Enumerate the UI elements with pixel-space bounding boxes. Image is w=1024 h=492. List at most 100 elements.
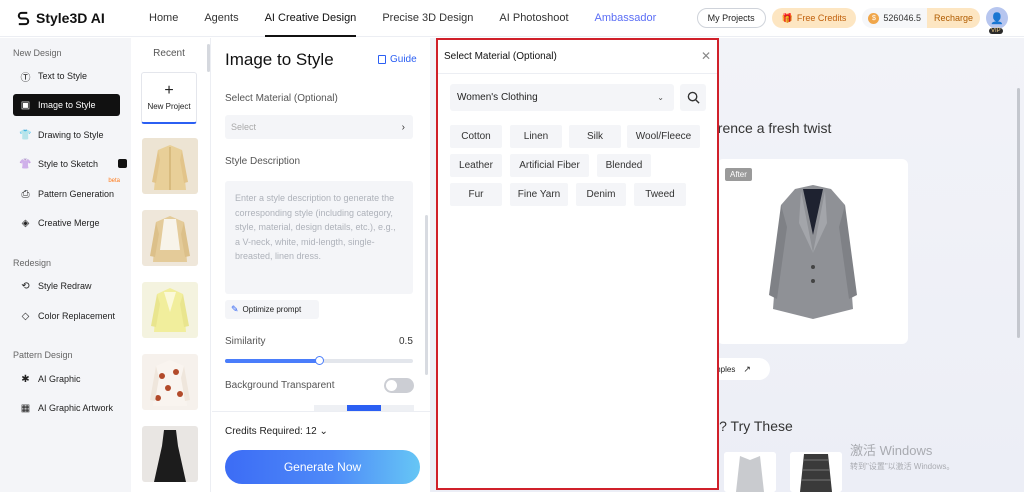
optimize-label: Optimize prompt <box>242 305 302 314</box>
guide-link[interactable]: Guide <box>378 54 417 65</box>
search-button[interactable] <box>680 84 706 111</box>
material-chip[interactable]: Leather <box>450 154 502 177</box>
material-chip[interactable]: Blended <box>597 154 651 177</box>
material-chip[interactable]: Cotton <box>450 125 502 148</box>
chevron-down-icon: ⌄ <box>319 426 328 437</box>
sidebar-item-image-to-style[interactable]: ▣ Image to Style <box>13 94 120 116</box>
shirt-icon: 👕 <box>19 129 32 141</box>
plus-icon: + <box>164 82 174 99</box>
optimize-prompt-button[interactable]: ✎ Optimize prompt <box>225 300 319 319</box>
paint-bucket-icon: ◇ <box>21 310 30 322</box>
after-tag: After <box>725 168 752 181</box>
recent-projects-panel: Recent + New Project <box>131 38 211 492</box>
material-chip[interactable]: Linen <box>510 125 562 148</box>
sidebar-item-ai-graphic-artwork[interactable]: ▦ AI Graphic Artwork <box>13 397 120 419</box>
credits-required-label: Credits Required: 12 <box>225 426 317 437</box>
sidebar-item-label: Pattern Generation <box>38 189 115 199</box>
material-select-placeholder: Select <box>231 122 257 132</box>
sidebar-item-drawing-to-style[interactable]: 👕 Drawing to Style <box>13 124 120 146</box>
search-icon <box>687 91 700 104</box>
sidebar-item-label: Drawing to Style <box>38 130 104 140</box>
black-dress-image <box>142 426 198 482</box>
material-chip[interactable]: Fur <box>450 183 502 206</box>
nav-precise-3d-design[interactable]: Precise 3D Design <box>369 0 486 37</box>
material-chip[interactable]: Tweed <box>634 183 686 206</box>
nav-ai-creative-design[interactable]: AI Creative Design <box>252 0 370 37</box>
sidebar-item-style-to-sketch[interactable]: 👚 Style to Sketch <box>13 153 120 175</box>
similarity-slider[interactable] <box>225 356 413 365</box>
nav-agents[interactable]: Agents <box>191 0 251 37</box>
recent-thumbnail[interactable] <box>142 426 198 482</box>
style-description-input[interactable]: Enter a style description to generate th… <box>225 181 413 294</box>
nav-home[interactable]: Home <box>136 0 191 37</box>
try-thumbnail[interactable] <box>790 452 842 492</box>
sidebar-item-ai-graphic[interactable]: ✱ AI Graphic <box>13 368 120 390</box>
similarity-label: Similarity <box>225 336 266 347</box>
magic-wand-icon: ✎ <box>231 304 239 314</box>
material-chip[interactable]: Denim <box>576 183 626 206</box>
recent-thumbnail[interactable] <box>142 282 198 338</box>
recent-thumbnail[interactable] <box>142 210 198 266</box>
content-scrollbar[interactable] <box>1017 88 1020 338</box>
sketch-shirt-icon: 👚 <box>19 158 32 170</box>
nav-ambassador[interactable]: Ambassador <box>582 0 670 37</box>
beige-white-jacket-image <box>142 210 198 266</box>
pattern-doc-icon: ⎙ <box>21 188 30 200</box>
material-chip[interactable]: Silk <box>569 125 621 148</box>
image-to-style-form: Image to Style Guide Select Material (Op… <box>212 38 430 492</box>
sidebar-item-pattern-generation[interactable]: ⎙ Pattern Generation beta <box>13 178 121 205</box>
dialog-divider <box>438 73 717 74</box>
try-these-heading: l? Try These <box>716 418 793 434</box>
section-redesign: Redesign <box>13 258 52 268</box>
gift-icon: 🎁 <box>781 12 793 23</box>
nav-ai-photoshoot[interactable]: AI Photoshoot <box>486 0 581 37</box>
sidebar-item-label: Creative Merge <box>38 218 100 228</box>
generate-now-button[interactable]: Generate Now <box>225 450 420 484</box>
material-chip[interactable]: Wool/Fleece <box>627 125 700 148</box>
section-pattern-design: Pattern Design <box>13 350 73 360</box>
guide-label: Guide <box>390 54 417 65</box>
sidebar-item-creative-merge[interactable]: ◈ Creative Merge <box>13 212 120 234</box>
user-avatar[interactable]: 👤 VIP <box>986 7 1008 34</box>
close-icon[interactable]: ✕ <box>701 49 711 63</box>
recent-thumbnail[interactable] <box>142 354 198 410</box>
sidebar-item-style-redraw[interactable]: ⟲ Style Redraw <box>13 275 120 297</box>
credits-required[interactable]: Credits Required: 12 ⌄ <box>225 426 328 437</box>
recent-scrollbar[interactable] <box>207 44 210 72</box>
material-label: Select Material (Optional) <box>225 93 338 104</box>
beta-badge: beta <box>108 178 120 184</box>
recharge-button[interactable]: Recharge <box>926 8 980 28</box>
material-select[interactable]: Select › <box>225 115 413 139</box>
artwork-icon: ▦ <box>20 402 31 414</box>
sidebar-item-label: AI Graphic <box>38 374 81 384</box>
arrow-up-right-icon: ↗ <box>743 363 751 374</box>
free-credits-button[interactable]: 🎁 Free Credits <box>771 8 857 28</box>
slider-handle[interactable] <box>315 356 324 365</box>
sidebar-item-color-replacement[interactable]: ◇ Color Replacement <box>13 305 120 327</box>
form-scrollbar[interactable] <box>425 215 428 375</box>
coin-icon: $ <box>868 12 880 24</box>
my-projects-button[interactable]: My Projects <box>696 8 766 28</box>
recent-thumbnail[interactable] <box>142 138 198 194</box>
app-logo[interactable]: Style3D AI <box>16 10 126 26</box>
beige-jacket-image <box>142 138 198 194</box>
sidebar-item-label: Style to Sketch <box>38 159 99 169</box>
background-label: Background Transparent <box>225 380 335 391</box>
new-project-button[interactable]: + New Project <box>141 72 197 124</box>
chevron-right-icon: › <box>401 121 405 133</box>
account-controls: My Projects 🎁 Free Credits $ 526046.5 Re… <box>696 7 1008 34</box>
credits-balance: $ 526046.5 Recharge <box>862 8 980 28</box>
category-dropdown[interactable]: Women's Clothing ⌄ <box>450 84 674 111</box>
material-chip[interactable]: Fine Yarn <box>510 183 568 206</box>
background-transparent-toggle[interactable] <box>384 378 414 393</box>
main-nav: Home Agents AI Creative Design Precise 3… <box>136 0 669 37</box>
windows-activation-watermark: 激活 Windows 转到"设置"以激活 Windows。 <box>850 440 954 472</box>
material-chip[interactable]: Artificial Fiber <box>510 154 589 177</box>
try-thumbnail[interactable] <box>724 452 776 492</box>
redraw-icon: ⟲ <box>21 280 30 292</box>
vip-badge: VIP <box>989 28 1003 34</box>
user-icon: 👤 <box>990 12 1004 25</box>
sidebar-item-text-to-style[interactable]: Ⓣ Text to Style <box>13 65 120 87</box>
sidebar-item-label: Image to Style <box>38 100 96 110</box>
chevron-down-icon: ⌄ <box>657 93 664 102</box>
